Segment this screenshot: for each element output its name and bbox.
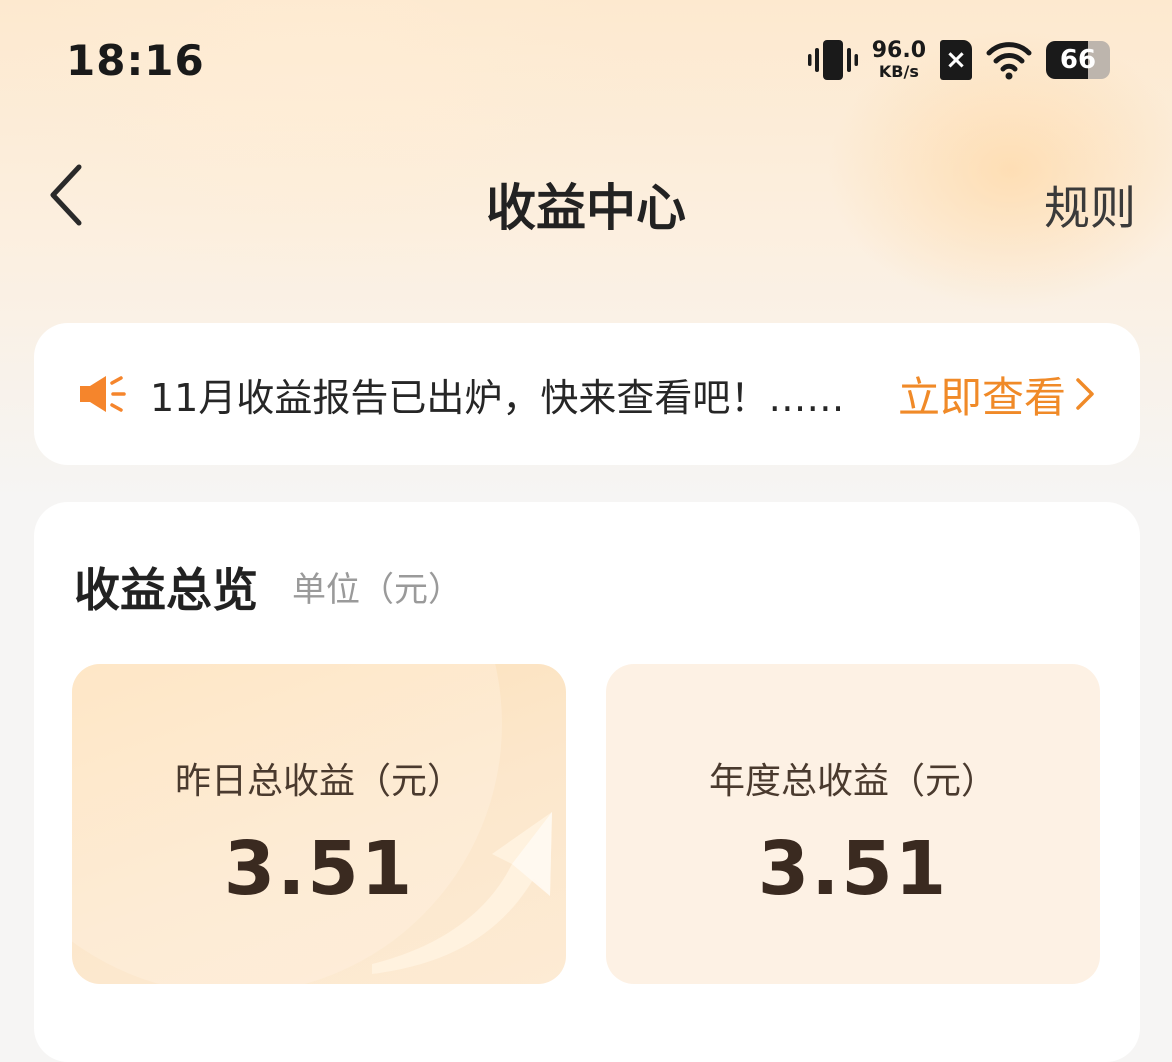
speaker-icon [80, 376, 126, 412]
arrow-decoration-icon [72, 664, 552, 984]
battery-icon: 66 [1046, 41, 1110, 79]
battery-level: 66 [1059, 45, 1097, 75]
network-speed-unit: KB/s [878, 62, 919, 81]
yesterday-earnings-value: 3.51 [223, 826, 415, 912]
yesterday-earnings-tile[interactable]: 昨日总收益（元） 3.51 [72, 664, 566, 984]
network-speed: 96.0 KB/s [872, 40, 926, 80]
network-speed-value: 96.0 [871, 38, 926, 63]
notice-banner[interactable]: 11月收益报告已出炉，快来查看吧！…… 立即查看 [34, 323, 1140, 465]
vibrate-icon [807, 40, 858, 80]
no-sim-icon: × [940, 40, 972, 80]
overview-title: 收益总览 [74, 563, 258, 617]
rules-button[interactable]: 规则 [1044, 172, 1136, 238]
earnings-overview-card: 收益总览 单位（元） 昨日总收益（元） 3.51 年度总收益（元） 3.51 [34, 502, 1140, 1062]
overview-unit: 单位（元） [292, 570, 462, 610]
view-now-label: 立即查看 [897, 372, 1066, 422]
status-icons: 96.0 KB/s × 66 [807, 36, 1110, 84]
view-now-link[interactable]: 立即查看 [898, 364, 1096, 425]
notice-text: 11月收益报告已出炉，快来查看吧！…… [150, 375, 845, 420]
annual-earnings-label: 年度总收益（元） [708, 761, 997, 802]
annual-earnings-value: 3.51 [757, 826, 949, 912]
wifi-icon [986, 42, 1032, 80]
chevron-right-icon [1076, 378, 1094, 410]
yesterday-earnings-label: 昨日总收益（元） [174, 761, 463, 802]
status-time: 18:16 [66, 36, 205, 85]
page-title: 收益中心 [486, 179, 686, 237]
annual-earnings-tile[interactable]: 年度总收益（元） 3.51 [606, 664, 1100, 984]
